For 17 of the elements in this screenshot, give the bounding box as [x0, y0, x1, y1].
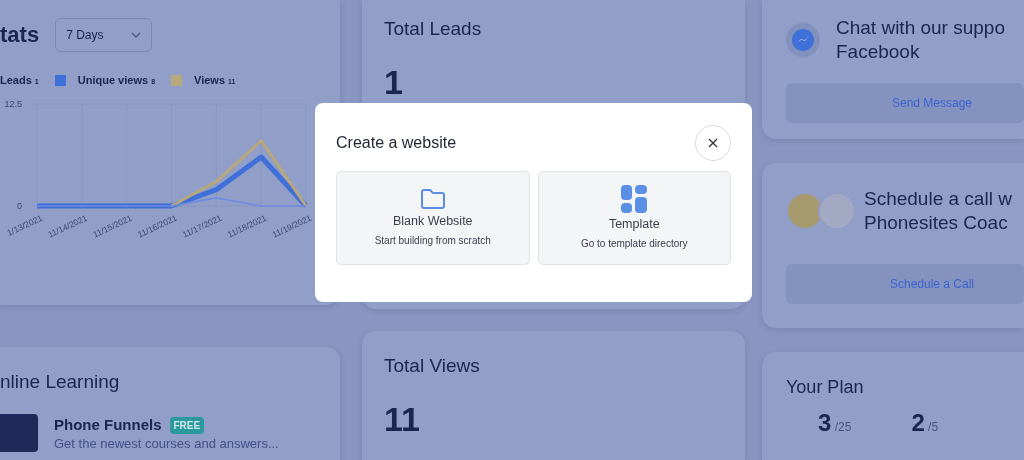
course-title: Phone Funnels [54, 414, 162, 435]
card-title: Total Leads [384, 18, 483, 41]
free-badge: FREE [169, 416, 205, 434]
card-title: tats [0, 21, 40, 49]
modal-title: Create a website [336, 133, 457, 153]
y-tick-label: 12.5 [4, 98, 22, 109]
card-title: Your Plan [786, 376, 865, 399]
plan-stat: 3/25 [818, 408, 852, 438]
card-title: Chat with our suppo Facebook [836, 16, 1005, 64]
metric-value: 1 [384, 64, 404, 99]
plan-stat: 2/5 [911, 408, 939, 438]
metric-value: 11 [384, 402, 421, 436]
card-title: nline Learning [0, 371, 121, 394]
card-title: Total Views [384, 355, 481, 378]
course-description: Get the newest courses and answers... [54, 436, 279, 452]
card-title: Schedule a call w Phonesites Coac [864, 187, 1012, 235]
y-tick-label: 0 [17, 200, 22, 211]
